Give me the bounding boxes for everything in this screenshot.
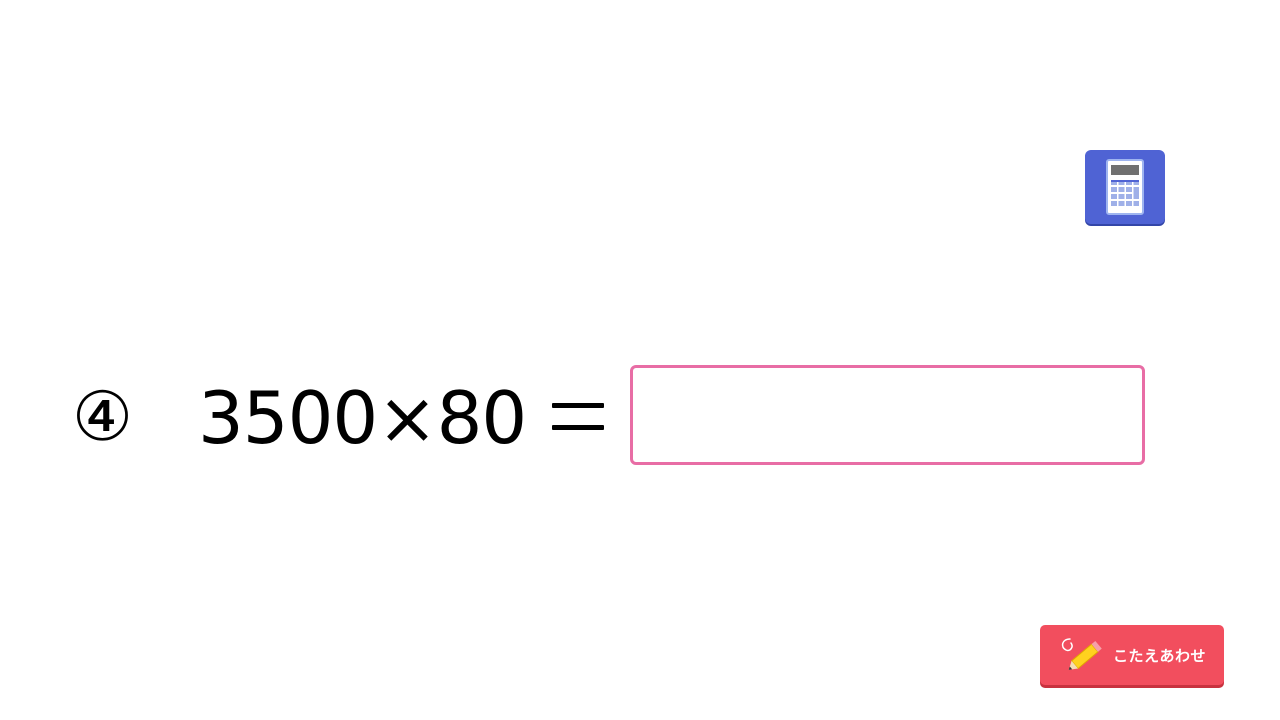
worksheet-page: ④ 3500×80 こたえあわせ <box>0 0 1280 720</box>
calculator-icon <box>1106 159 1144 215</box>
answer-input[interactable] <box>630 365 1145 465</box>
pencil-icon <box>1061 638 1102 670</box>
calculator-button[interactable] <box>1085 150 1165 224</box>
check-answer-label: こたえあわせ <box>1113 646 1207 665</box>
check-answer-button[interactable]: こたえあわせ <box>1040 625 1224 685</box>
problem-expression: 3500×80 <box>198 376 527 460</box>
problem-row: ④ 3500×80 <box>72 370 527 466</box>
equals-sign <box>552 388 604 438</box>
problem-number: ④ <box>72 378 133 457</box>
